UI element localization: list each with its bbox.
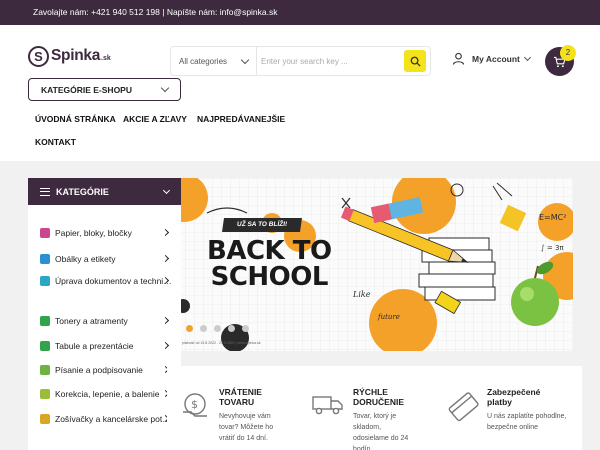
eshop-categories-label: KATEGÓRIE E-SHOPU	[41, 84, 132, 95]
hero-banner[interactable]: E=MC² ∫ = 3π Like future UŽ SA TO BLÍŽI!…	[167, 178, 573, 351]
stapler-icon	[40, 414, 50, 424]
pen-icon	[40, 365, 50, 375]
sidebar-category-label: Úprava dokumentov a technika	[55, 276, 172, 286]
search-input[interactable]	[261, 50, 401, 72]
sidebar-category-item[interactable]: Papier, bloky, bločky	[28, 222, 181, 244]
feature-title: VRÁTENIE TOVARU	[219, 387, 262, 407]
chevron-down-icon	[162, 186, 171, 195]
slider-dot[interactable]	[214, 325, 221, 332]
sidebar-category-item[interactable]: Zošívačky a kancelárske potreby	[28, 408, 181, 430]
paper-icon	[40, 228, 50, 238]
feature-payment-text: Zabezpečené platby U nás zaplatíte pohod…	[487, 387, 567, 433]
slider-dot[interactable]	[200, 325, 207, 332]
printer-icon	[40, 316, 50, 326]
cart-count-badge: 2	[560, 45, 576, 61]
envelope-icon	[40, 254, 50, 264]
banner-tag: UŽ SA TO BLÍŽI!	[222, 218, 302, 232]
eshop-categories-button[interactable]: KATEGÓRIE E-SHOPU	[28, 78, 181, 101]
my-account-menu[interactable]: My Account	[452, 52, 531, 65]
chevron-down-icon	[160, 83, 170, 93]
sidebar-category-item[interactable]: Nábytok a príslušenstvo	[28, 446, 181, 450]
site-logo[interactable]: S Spinka .sk	[28, 44, 111, 68]
banner-headline-line-2: SCHOOL	[210, 262, 329, 292]
svg-text:E=MC²: E=MC²	[539, 213, 566, 222]
feature-desc: Nevyhovuje vám tovar? Môžete ho vrátiť d…	[219, 413, 274, 442]
chevron-down-icon	[240, 55, 250, 64]
card-icon	[448, 392, 479, 422]
sidebar-category-item[interactable]: Úprava dokumentov a technika	[28, 270, 181, 292]
logo-mark-icon: S	[28, 45, 49, 67]
svg-text:future: future	[377, 313, 400, 321]
logo-tld: .sk	[101, 55, 111, 62]
search-icon	[410, 56, 421, 67]
sidebar-category-item[interactable]: Korekcia, lepenie, a balenie	[28, 383, 181, 405]
nav-sales[interactable]: AKCIE A ZĽAVY	[123, 114, 187, 124]
slider-dots	[186, 325, 249, 332]
nav-contact[interactable]: KONTAKT	[35, 137, 76, 147]
my-account-label: My Account	[472, 53, 520, 64]
banner-fineprint: platnosť od 15.8.2022 - 23.9.2022 | www.…	[182, 341, 261, 345]
money-return-icon: $	[183, 393, 207, 417]
feature-title: RÝCHLE DORUČENIE	[353, 387, 405, 407]
slider-dot[interactable]	[186, 325, 193, 332]
sidebar-category-label: Korekcia, lepenie, a balenie	[55, 389, 160, 399]
sidebar-category-label: Písanie a podpisovanie	[55, 365, 143, 375]
svg-text:∫ = 3π: ∫ = 3π	[541, 244, 564, 252]
tape-icon	[40, 389, 50, 399]
feature-desc: Tovar, ktorý je skladom, odosielame do 2…	[353, 413, 409, 450]
nav-home[interactable]: ÚVODNÁ STRÁNKA	[35, 114, 116, 124]
category-sidebar: KATEGÓRIE Papier, bloky, bločky Obálky a …	[28, 178, 181, 450]
sidebar-category-item[interactable]: Tabule a prezentácie	[28, 335, 181, 357]
category-sidebar-title: KATEGÓRIE	[56, 186, 109, 197]
svg-text:Like: Like	[352, 290, 371, 299]
feature-title: Zabezpečené platby	[487, 387, 541, 407]
globe-icon	[40, 276, 50, 286]
contact-bar: Zavolajte nám: +421 940 512 198 | Napíšt…	[0, 0, 600, 25]
logo-name: Spinka	[51, 47, 101, 64]
nav-bestsellers[interactable]: NAJPREDÁVANEJŠIE	[197, 114, 285, 124]
feature-desc: U nás zaplatíte pohodlne, bezpečne onlin…	[487, 413, 567, 431]
category-select-label: All categories	[179, 56, 228, 66]
search-bar: All categories	[170, 46, 431, 76]
sidebar-category-label: Tonery a atramenty	[55, 316, 128, 326]
sidebar-category-item[interactable]: Obálky a etikety	[28, 248, 181, 270]
user-icon	[452, 52, 465, 65]
category-sidebar-header[interactable]: KATEGÓRIE	[28, 178, 181, 205]
search-button[interactable]	[404, 50, 426, 72]
feature-delivery-text: RÝCHLE DORUČENIE Tovar, ktorý je skladom…	[353, 387, 415, 450]
chevron-down-icon	[523, 53, 531, 61]
sidebar-category-label: Zošívačky a kancelárske potreby	[55, 414, 172, 424]
sidebar-category-label: Obálky a etikety	[55, 254, 116, 264]
category-select[interactable]: All categories	[171, 47, 257, 75]
feature-return-text: VRÁTENIE TOVARU Nevyhovuje vám tovar? Mô…	[219, 387, 279, 444]
sidebar-category-item[interactable]: Písanie a podpisovanie	[28, 359, 181, 381]
slider-dot[interactable]	[228, 325, 235, 332]
menu-icon	[40, 187, 50, 196]
svg-text:$: $	[191, 398, 198, 411]
site-header: S Spinka .sk All categories My Account	[0, 25, 600, 161]
features-strip: $ VRÁTENIE TOVARU Nevyhovuje vám tovar? …	[167, 366, 582, 450]
sidebar-category-item[interactable]: Tonery a atramenty	[28, 310, 181, 332]
banner-headline: BACK TO SCHOOL	[207, 236, 332, 292]
truck-icon	[312, 396, 343, 415]
sidebar-category-label: Tabule a prezentácie	[55, 341, 134, 351]
slider-dot[interactable]	[242, 325, 249, 332]
sidebar-category-label: Papier, bloky, bločky	[55, 228, 132, 238]
board-icon	[40, 341, 50, 351]
